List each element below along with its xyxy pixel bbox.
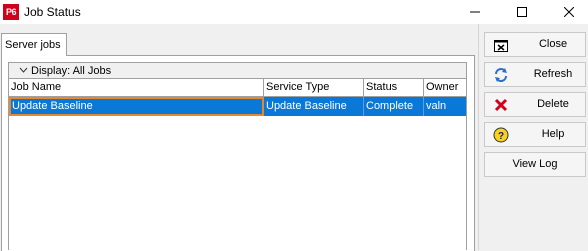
delete-button[interactable]: Delete — [484, 92, 586, 117]
tab-label: Server jobs — [5, 39, 61, 51]
column-header-row: Job Name Service Type Status Owner — [9, 79, 466, 97]
red-x-icon — [494, 98, 508, 112]
svg-text:?: ? — [498, 131, 504, 142]
help-question-icon: ? — [493, 127, 509, 143]
window-title: Job Status — [24, 5, 81, 19]
delete-button-label: Delete — [537, 98, 569, 110]
refresh-button-label: Refresh — [533, 68, 573, 80]
jobs-grid: Display: All Jobs Job Name Service Type … — [8, 62, 467, 250]
cell-status[interactable]: Complete — [364, 97, 424, 116]
chevron-down-icon[interactable] — [19, 66, 28, 75]
refresh-icon — [495, 68, 507, 82]
help-button-label: Help — [541, 128, 565, 140]
close-icon — [564, 7, 574, 17]
close-button[interactable]: Close — [484, 32, 586, 57]
view-log-button[interactable]: View Log — [484, 152, 586, 177]
view-log-button-label: View Log — [512, 158, 558, 170]
close-window-icon — [494, 40, 508, 52]
group-label: Display: All Jobs — [31, 65, 112, 77]
close-button-label: Close — [538, 38, 568, 50]
column-header-service-type[interactable]: Service Type — [264, 79, 364, 96]
help-button[interactable]: ? Help — [484, 122, 586, 147]
minimize-button[interactable] — [452, 0, 498, 24]
cell-job-name[interactable]: Update Baseline — [9, 97, 264, 116]
cell-owner[interactable]: valn — [424, 97, 466, 116]
refresh-button[interactable]: Refresh — [484, 62, 586, 87]
maximize-icon — [517, 7, 527, 17]
table-row[interactable]: Update Baseline Update Baseline Complete… — [9, 97, 466, 116]
title-bar: P6 Job Status — [0, 0, 588, 24]
column-header-status[interactable]: Status — [364, 79, 424, 96]
column-header-job-name[interactable]: Job Name — [9, 79, 264, 96]
maximize-button[interactable] — [499, 0, 545, 24]
group-by-bar[interactable]: Display: All Jobs — [9, 62, 466, 79]
column-header-owner[interactable]: Owner — [424, 79, 466, 96]
p6-app-icon: P6 — [3, 4, 19, 20]
tab-server-jobs[interactable]: Server jobs — [1, 33, 67, 56]
window-close-button[interactable] — [546, 0, 588, 24]
cell-service-type[interactable]: Update Baseline — [264, 97, 364, 116]
minimize-icon — [470, 11, 480, 13]
